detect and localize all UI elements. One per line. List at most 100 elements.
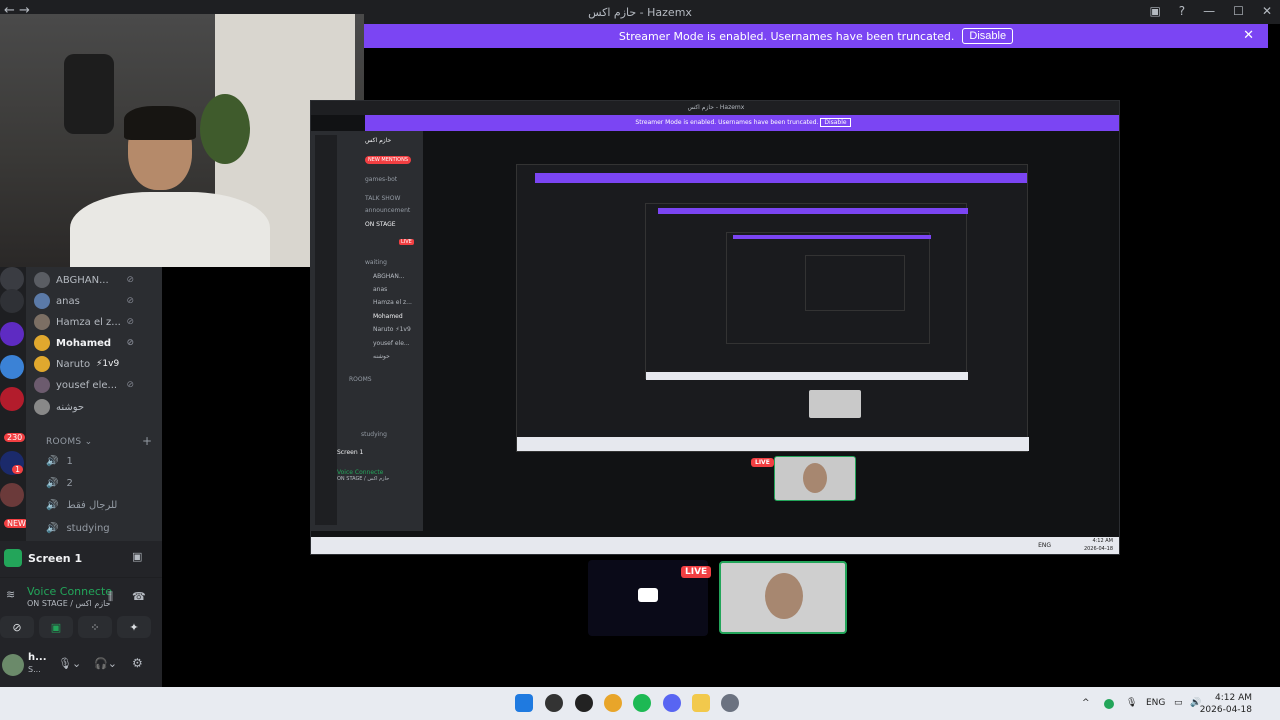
member-item[interactable]: حوشنه bbox=[34, 397, 134, 417]
server-icon-cosmic[interactable] bbox=[0, 322, 24, 346]
rooms-category[interactable]: ROOMS ⌄ bbox=[46, 437, 92, 447]
close-banner-icon[interactable]: ✕ bbox=[1243, 28, 1254, 43]
soundboard-icon[interactable]: ⫼ bbox=[108, 590, 113, 604]
nested-disable-button: Disable bbox=[820, 118, 851, 127]
avatar bbox=[34, 293, 50, 309]
screen-share-button[interactable]: ▣ bbox=[39, 616, 73, 638]
member-item[interactable]: yousef ele... ⊘ bbox=[34, 375, 134, 395]
help-icon[interactable]: ? bbox=[1179, 4, 1185, 18]
minimize-button[interactable]: — bbox=[1203, 4, 1215, 18]
username: h... bbox=[28, 652, 47, 663]
member-item[interactable]: Naruto ⚡1v9 bbox=[34, 354, 134, 374]
member-name: ABGHAN... bbox=[56, 274, 109, 286]
server-icon[interactable] bbox=[0, 289, 24, 313]
nested-channel: games-bot bbox=[365, 176, 398, 183]
nested-taskbar-3 bbox=[646, 372, 968, 380]
settings-icon[interactable] bbox=[721, 694, 739, 712]
voice-channel-sub[interactable]: ON STAGE / حازم اكس bbox=[27, 599, 111, 608]
voice-channel-item[interactable]: 🔊 studying bbox=[46, 518, 110, 538]
tray-app-icon[interactable] bbox=[1104, 699, 1114, 709]
chevron-down-icon: ⌄ bbox=[84, 437, 93, 447]
microphone-icon[interactable]: 🎙⌄ bbox=[58, 657, 81, 670]
live-badge: LIVE bbox=[681, 566, 712, 578]
member-item[interactable]: Mohamed ⊘ bbox=[34, 333, 134, 353]
nested-stream-level-3 bbox=[645, 203, 968, 380]
nested-member: yousef ele... bbox=[373, 340, 410, 347]
member-item[interactable]: ABGHAN... ⊘ bbox=[34, 270, 134, 290]
stage-camera-tile[interactable] bbox=[719, 561, 847, 634]
rooms-category-label: ROOMS bbox=[46, 437, 82, 447]
signal-icon[interactable]: ≋ bbox=[6, 588, 15, 601]
nested-camera-face bbox=[803, 463, 827, 493]
webcam-plant bbox=[200, 94, 250, 164]
inbox-icon[interactable]: ▣ bbox=[1149, 4, 1160, 18]
voice-connection-panel: ≋ Voice Connecte ON STAGE / حازم اكس ⫼ ☎… bbox=[0, 577, 162, 647]
mic-muted-icon: ⊘ bbox=[126, 317, 134, 327]
clock-date: 2026-04-18 bbox=[1199, 705, 1252, 715]
speaker-icon: 🔊 bbox=[46, 499, 59, 511]
app-icon[interactable] bbox=[575, 694, 593, 712]
nested-stage: ON STAGE bbox=[365, 221, 396, 228]
webcam-person-hair bbox=[124, 106, 196, 140]
tray-mic-icon[interactable]: 🎙 bbox=[1126, 698, 1137, 708]
avatar[interactable] bbox=[2, 654, 24, 676]
server-icon-l[interactable] bbox=[0, 387, 24, 411]
screen-share-icon bbox=[4, 549, 22, 567]
nested-live-badge: LIVE bbox=[399, 239, 414, 245]
add-channel-icon[interactable]: + bbox=[142, 434, 152, 448]
member-name: anas bbox=[56, 295, 80, 307]
avatar bbox=[34, 399, 50, 415]
screen-share-panel: Screen 1 ▣ bbox=[0, 541, 162, 577]
nested-member: anas bbox=[373, 286, 388, 293]
voice-channel-item[interactable]: 🔊 للرجال فقط bbox=[46, 495, 117, 515]
screen-share-label: Screen 1 bbox=[28, 552, 83, 565]
nested-taskbar-time: 4:12 AM bbox=[1092, 538, 1113, 544]
member-item[interactable]: anas ⊘ bbox=[34, 291, 134, 311]
voice-channel-item[interactable]: 🔊 1 bbox=[46, 451, 73, 471]
settings-gear-icon[interactable]: ⚙ bbox=[132, 656, 143, 670]
spotify-icon[interactable] bbox=[633, 694, 651, 712]
close-button[interactable]: ✕ bbox=[1262, 4, 1272, 18]
file-explorer-icon[interactable] bbox=[692, 694, 710, 712]
channel-name: للرجال فقط bbox=[66, 499, 118, 511]
server-icon[interactable] bbox=[0, 267, 24, 291]
nested-category: ROOMS bbox=[349, 376, 372, 383]
nested-member: Naruto ⚡1v9 bbox=[373, 326, 411, 333]
mic-muted-icon: ⊘ bbox=[126, 338, 134, 348]
member-name: Hamza el z... bbox=[56, 316, 121, 328]
nested-stream-level-2 bbox=[516, 164, 1029, 452]
nested-camera-tile bbox=[774, 456, 856, 501]
maximize-button[interactable]: ☐ bbox=[1233, 4, 1244, 18]
server-icon[interactable] bbox=[0, 483, 24, 507]
server-icon-a[interactable] bbox=[0, 355, 24, 379]
start-menu-icon[interactable] bbox=[515, 694, 533, 712]
mic-muted-icon: ⊘ bbox=[126, 275, 134, 285]
member-item[interactable]: Hamza el z... ⊘ bbox=[34, 312, 134, 332]
chrome-icon[interactable] bbox=[604, 694, 622, 712]
speaker-icon: 🔊 bbox=[46, 477, 59, 489]
nested-voice-sub: ON STAGE / حازم اكس bbox=[337, 476, 390, 482]
nested-camera-tile bbox=[809, 390, 861, 418]
discord-icon[interactable] bbox=[663, 694, 681, 712]
streamer-mode-text: Streamer Mode is enabled. Usernames have… bbox=[618, 29, 955, 43]
voice-status[interactable]: Voice Connecte bbox=[27, 585, 112, 598]
stream-preview[interactable]: حازم اكس - Hazemx Streamer Mode is enabl… bbox=[310, 100, 1120, 555]
window-controls: ▣ ? — ☐ ✕ bbox=[1149, 4, 1272, 18]
stop-stream-icon[interactable]: ▣ bbox=[132, 550, 142, 563]
language-indicator[interactable]: ENG bbox=[1146, 698, 1165, 708]
webcam-person-body bbox=[70, 192, 270, 267]
disconnect-icon[interactable]: ☎ bbox=[132, 590, 146, 603]
headphones-icon[interactable]: 🎧⌄ bbox=[94, 657, 117, 670]
avatar bbox=[34, 356, 50, 372]
soundboard-button[interactable]: ✦ bbox=[117, 616, 151, 638]
disable-streamer-mode-button[interactable]: Disable bbox=[962, 28, 1014, 44]
taskbar-clock[interactable]: 4:12 AM 2026-04-18 bbox=[1200, 692, 1252, 716]
tray-overflow-icon[interactable]: ^ bbox=[1082, 698, 1090, 708]
channel-name: studying bbox=[66, 522, 110, 534]
network-icon[interactable]: ▭ bbox=[1174, 698, 1183, 708]
obs-icon[interactable] bbox=[545, 694, 563, 712]
activities-button[interactable]: ⁘ bbox=[78, 616, 112, 638]
speaker-icon: 🔊 bbox=[46, 455, 59, 467]
voice-channel-item[interactable]: 🔊 2 bbox=[46, 473, 73, 493]
camera-off-button[interactable]: ⊘ bbox=[0, 616, 34, 638]
